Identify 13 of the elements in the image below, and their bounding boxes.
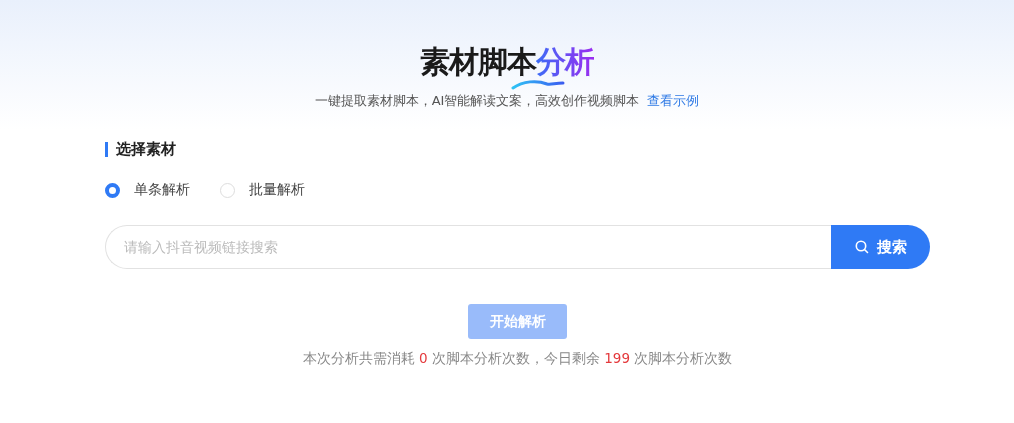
radio-label[interactable]: 批量解析: [249, 181, 305, 199]
radio-label[interactable]: 单条解析: [134, 181, 190, 199]
search-button[interactable]: 搜索: [831, 225, 930, 269]
search-icon: [854, 240, 869, 254]
page-title: 素材脚本分析: [420, 43, 594, 81]
search-field[interactable]: 请输入抖音视频链接搜索: [105, 225, 831, 269]
example-link[interactable]: 查看示例: [647, 92, 700, 110]
usage-note: 本次分析共需消耗 0 次脚本分析次数，今日剩余 199 次脚本分析次数: [302, 350, 733, 368]
section-title: 选择素材: [116, 140, 176, 159]
section-marker: [105, 142, 108, 157]
radio-button[interactable]: [105, 182, 120, 198]
subtitle: 一键提取素材脚本，AI智能解读文案，高效创作视频脚本: [314, 92, 640, 110]
underline-swoosh-icon: [511, 78, 565, 90]
